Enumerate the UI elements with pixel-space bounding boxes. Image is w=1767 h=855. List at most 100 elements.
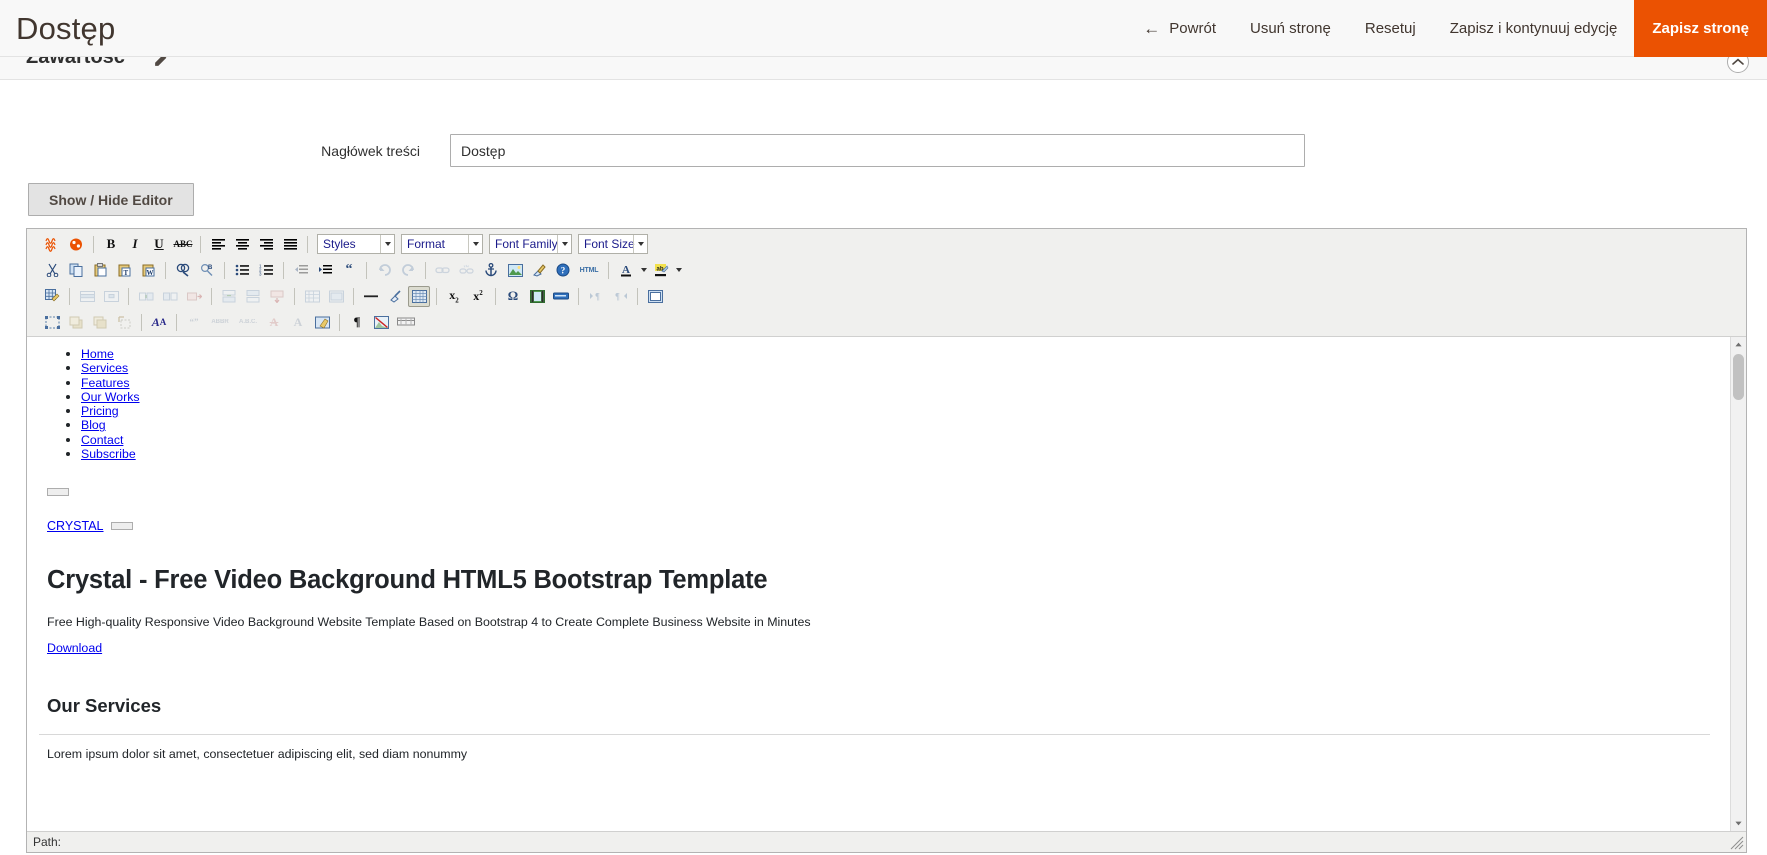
cleanup-icon[interactable] (528, 260, 550, 281)
scroll-down-arrow-icon[interactable] (1731, 816, 1746, 831)
page-break-icon[interactable] (550, 286, 572, 307)
backcolor-dropdown-arrow[interactable] (673, 260, 684, 281)
paste-word-icon[interactable]: W (137, 260, 159, 281)
copy-icon[interactable] (65, 260, 87, 281)
superscript-icon[interactable]: x2 (467, 286, 489, 307)
move-forward-icon[interactable] (65, 312, 87, 333)
editor-document[interactable]: Home Services Features Our Works Pricing… (27, 337, 1730, 831)
insert-col-after-icon[interactable] (159, 286, 181, 307)
services-text: Lorem ipsum dolor sit amet, consectetuer… (47, 747, 468, 762)
visual-aid-icon[interactable] (408, 285, 430, 307)
pilcrow-icon[interactable]: ¶ (346, 312, 368, 333)
scroll-up-arrow-icon[interactable] (1731, 337, 1746, 352)
align-center-icon[interactable] (231, 234, 253, 255)
nav-link-features[interactable]: Features (81, 376, 130, 390)
horizontal-rule-icon[interactable] (360, 286, 382, 307)
table-row-props-icon[interactable] (76, 286, 98, 307)
align-justify-icon[interactable] (279, 234, 301, 255)
font-family-select[interactable]: Font Family (489, 234, 572, 254)
editor-content-area[interactable]: Home Services Features Our Works Pricing… (27, 337, 1746, 831)
ltr-icon[interactable]: ¶ (585, 286, 607, 307)
insert-date-icon[interactable] (394, 312, 418, 333)
forecolor-dropdown-arrow[interactable] (638, 260, 649, 281)
magento-widget-icon[interactable] (65, 234, 87, 255)
insert-col-before-icon[interactable] (135, 286, 157, 307)
abbr-icon[interactable]: ABBR (207, 312, 233, 333)
special-char-icon[interactable]: Ω (502, 286, 524, 307)
nav-link-our-works[interactable]: Our Works (81, 390, 140, 404)
bullet-list-icon[interactable] (231, 260, 253, 281)
magento-variable-icon[interactable] (41, 234, 63, 255)
absolute-icon[interactable] (113, 312, 135, 333)
del-icon[interactable]: A (263, 312, 285, 333)
blockquote-icon[interactable]: “ (338, 260, 360, 281)
align-left-icon[interactable] (207, 234, 229, 255)
undo-icon[interactable] (373, 260, 395, 281)
backcolor-icon[interactable]: ab (650, 260, 672, 281)
insert-row-after-icon[interactable] (242, 286, 264, 307)
numbered-list-icon[interactable]: 123 (255, 260, 277, 281)
merge-cells-icon[interactable] (325, 286, 347, 307)
nav-link-subscribe[interactable]: Subscribe (81, 447, 136, 461)
forecolor-icon[interactable]: A (615, 260, 637, 281)
help-icon[interactable]: ? (552, 260, 574, 281)
nav-link-contact[interactable]: Contact (81, 433, 123, 447)
strikethrough-icon[interactable]: ABC (172, 234, 194, 255)
reset-button[interactable]: Resetuj (1348, 0, 1433, 57)
cite-icon[interactable]: “” (183, 312, 205, 333)
scrollbar-thumb[interactable] (1733, 354, 1744, 400)
bold-icon[interactable]: B (100, 234, 122, 255)
align-right-icon[interactable] (255, 234, 277, 255)
back-button[interactable]: ← Powrót (1126, 0, 1233, 57)
editor-scrollbar[interactable] (1730, 337, 1746, 831)
insert-row-before-icon[interactable] (218, 286, 240, 307)
acronym-icon[interactable]: A.B.C. (235, 312, 261, 333)
remove-format-icon[interactable] (384, 286, 406, 307)
unlink-icon[interactable] (456, 260, 478, 281)
paste-icon[interactable] (89, 260, 111, 281)
font-size-select[interactable]: Font Size (578, 234, 648, 254)
rtl-icon[interactable]: ¶ (609, 286, 631, 307)
styles-select[interactable]: Styles (317, 234, 395, 254)
save-and-continue-button[interactable]: Zapisz i kontynuuj edycję (1433, 0, 1635, 57)
html-source-icon[interactable]: HTML (576, 260, 602, 281)
fullscreen-icon[interactable] (644, 286, 666, 307)
format-select[interactable]: Format (401, 234, 483, 254)
style-props-icon[interactable]: AA (148, 312, 170, 333)
italic-icon[interactable]: I (124, 234, 146, 255)
split-cells-icon[interactable] (301, 286, 323, 307)
ins-icon[interactable]: A (287, 312, 309, 333)
anchor-icon[interactable] (480, 260, 502, 281)
nav-link-blog[interactable]: Blog (81, 418, 106, 432)
no-image-icon[interactable] (370, 312, 392, 333)
delete-page-button[interactable]: Usuń stronę (1233, 0, 1348, 57)
image-icon[interactable] (504, 260, 526, 281)
paste-text-icon[interactable]: T (113, 260, 135, 281)
redo-icon[interactable] (397, 260, 419, 281)
save-page-button[interactable]: Zapisz stronę (1634, 0, 1767, 57)
replace-icon[interactable]: B (196, 260, 218, 281)
cut-icon[interactable] (41, 260, 63, 281)
insert-layer-icon[interactable] (41, 312, 63, 333)
brand-link[interactable]: CRYSTAL (47, 519, 104, 533)
outdent-icon[interactable] (290, 260, 312, 281)
table-cell-props-icon[interactable] (100, 286, 122, 307)
delete-row-icon[interactable] (266, 286, 288, 307)
underline-icon[interactable]: U (148, 234, 170, 255)
move-backward-icon[interactable] (89, 312, 111, 333)
nav-link-pricing[interactable]: Pricing (81, 404, 119, 418)
show-hide-editor-button[interactable]: Show / Hide Editor (28, 183, 194, 216)
attributes-icon[interactable] (311, 312, 333, 333)
nav-link-home[interactable]: Home (81, 347, 114, 361)
download-link[interactable]: Download (47, 641, 102, 655)
content-heading-input[interactable] (450, 134, 1305, 167)
delete-col-icon[interactable] (183, 286, 205, 307)
search-icon[interactable] (172, 260, 194, 281)
table-icon[interactable] (41, 286, 63, 307)
subscript-icon[interactable]: x2 (443, 286, 465, 307)
resize-handle-icon[interactable] (1730, 836, 1744, 850)
media-icon[interactable] (526, 286, 548, 307)
nav-link-services[interactable]: Services (81, 361, 128, 375)
indent-icon[interactable] (314, 260, 336, 281)
link-icon[interactable] (432, 260, 454, 281)
